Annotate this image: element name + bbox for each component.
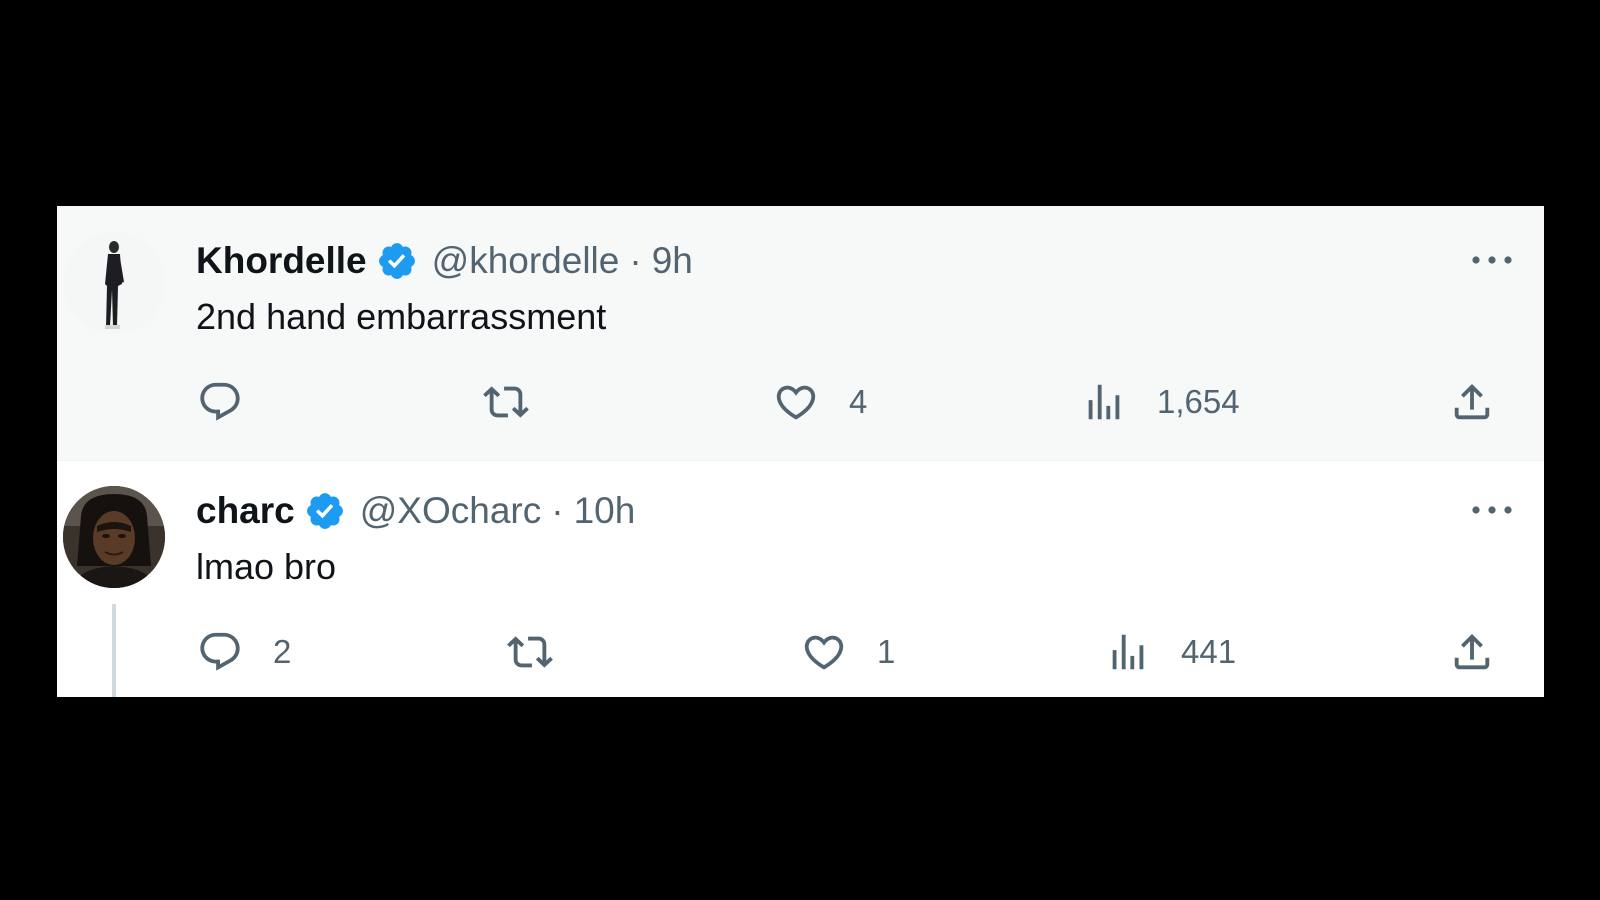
user-handle[interactable]: @XOcharc: [360, 490, 542, 532]
heart-icon: [776, 385, 816, 420]
analytics-icon: [1088, 384, 1120, 420]
like-count: 4: [849, 383, 868, 420]
view-count: 441: [1181, 633, 1237, 670]
more-horizontal-icon[interactable]: [1470, 498, 1514, 522]
repost-button[interactable]: [507, 629, 583, 675]
timestamp[interactable]: 9h: [652, 240, 693, 282]
tweet-thread: Khordelle @khordelle · 9h 2nd hand embar…: [57, 206, 1544, 697]
tweet-text: 2nd hand embarrassment: [196, 296, 607, 337]
repost-icon: [483, 386, 529, 418]
reply-icon: [200, 632, 240, 671]
tweet-text: lmao bro: [196, 546, 337, 587]
tweet-header: charc @XOcharc · 10h: [196, 489, 635, 533]
like-button[interactable]: 4: [773, 379, 867, 425]
reply-button[interactable]: 2: [197, 629, 291, 675]
reply-count: 2: [273, 633, 292, 670]
share-icon: [1454, 383, 1490, 420]
separator-dot: ·: [629, 240, 642, 281]
heart-icon: [804, 635, 844, 670]
avatar[interactable]: [63, 232, 165, 334]
share-button[interactable]: [1449, 629, 1495, 675]
user-handle[interactable]: @khordelle: [432, 240, 620, 282]
reply-icon: [200, 382, 240, 421]
avatar[interactable]: [63, 486, 165, 588]
verified-badge-icon[interactable]: [376, 240, 418, 282]
tweet[interactable]: Khordelle @khordelle · 9h 2nd hand embar…: [57, 206, 1544, 461]
separator-dot: ·: [551, 490, 564, 531]
display-name[interactable]: Khordelle: [196, 240, 367, 282]
thread-connector-line: [112, 604, 116, 697]
reply-button[interactable]: [197, 379, 273, 425]
verified-badge-icon[interactable]: [304, 490, 346, 532]
tweet[interactable]: charc @XOcharc · 10h lmao bro 2 1 441: [57, 461, 1544, 697]
avatar-portrait-image: [63, 486, 165, 588]
more-horizontal-icon[interactable]: [1470, 248, 1514, 272]
avatar-standing-person-image: [63, 232, 165, 334]
share-icon: [1454, 633, 1490, 670]
repost-icon: [507, 636, 553, 668]
like-count: 1: [877, 633, 896, 670]
screenshot-stage: Khordelle @khordelle · 9h 2nd hand embar…: [0, 0, 1600, 900]
repost-button[interactable]: [483, 379, 559, 425]
timestamp[interactable]: 10h: [574, 490, 636, 532]
display-name[interactable]: charc: [196, 490, 295, 532]
views-button[interactable]: 1,654: [1081, 379, 1240, 425]
view-count: 1,654: [1157, 383, 1240, 420]
like-button[interactable]: 1: [801, 629, 895, 675]
analytics-icon: [1112, 634, 1144, 670]
tweet-header: Khordelle @khordelle · 9h: [196, 239, 693, 283]
views-button[interactable]: 441: [1105, 629, 1236, 675]
share-button[interactable]: [1449, 379, 1495, 425]
